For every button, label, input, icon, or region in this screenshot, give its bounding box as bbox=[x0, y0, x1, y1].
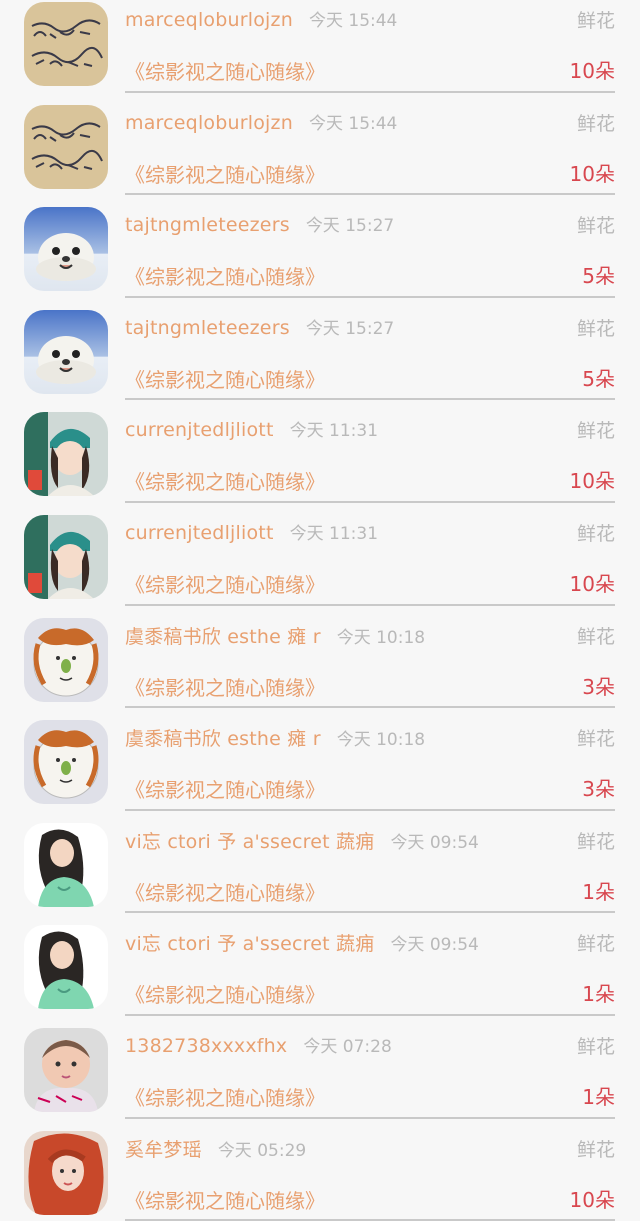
gift-type: 鲜花 bbox=[576, 728, 615, 751]
timestamp: 今天 11:31 bbox=[289, 523, 379, 544]
book-title[interactable]: 《综影视之随心随缘》 bbox=[125, 159, 325, 188]
username[interactable]: 1382738xxxxfhx 今天 07:28 bbox=[125, 1032, 392, 1057]
book-title[interactable]: 《综影视之随心随缘》 bbox=[125, 877, 325, 906]
username[interactable]: 虞黍稿书欣 esthe 瘫 r 今天 10:18 bbox=[125, 724, 425, 751]
list-item[interactable]: 虞黍稿书欣 esthe 瘫 r 今天 10:18 鲜花 《综影视之随心随缘》 3朵 bbox=[0, 606, 640, 709]
timestamp: 今天 10:18 bbox=[336, 730, 426, 751]
avatar[interactable] bbox=[24, 720, 108, 805]
timestamp: 今天 05:29 bbox=[217, 1140, 307, 1161]
gift-count: 5朵 bbox=[582, 366, 615, 391]
gift-type: 鲜花 bbox=[576, 112, 615, 135]
gift-count: 10朵 bbox=[569, 571, 615, 596]
list-item[interactable]: 虞黍稿书欣 esthe 瘫 r 今天 10:18 鲜花 《综影视之随心随缘》 3朵 bbox=[0, 708, 640, 811]
avatar[interactable] bbox=[24, 514, 108, 599]
username[interactable]: 虞黍稿书欣 esthe 瘫 r 今天 10:18 bbox=[125, 622, 425, 649]
avatar[interactable] bbox=[24, 207, 108, 292]
gift-type: 鲜花 bbox=[576, 1035, 615, 1058]
timestamp: 今天 09:54 bbox=[390, 935, 479, 956]
username-text: vi忘 ctori 予 a'ssecret 蔬痈 bbox=[125, 830, 375, 853]
timestamp: 今天 15:44 bbox=[308, 11, 398, 31]
username[interactable]: vi忘 ctori 予 a'ssecret 蔬痈 今天 09:54 bbox=[125, 929, 479, 956]
gift-record-list: marceqloburlojzn 今天 15:44 鲜花 《综影视之随心随缘》 1… bbox=[0, 0, 640, 1221]
timestamp: 今天 07:28 bbox=[303, 1036, 392, 1057]
username-text: 奚牟梦瑶 bbox=[125, 1138, 202, 1161]
username-text: vi忘 ctori 予 a'ssecret 蔬痈 bbox=[125, 933, 375, 956]
username[interactable]: marceqloburlojzn 今天 15:44 bbox=[125, 6, 397, 31]
timestamp: 今天 15:27 bbox=[305, 318, 395, 339]
list-item[interactable]: 1382738xxxxfhx 今天 07:28 鲜花 《综影视之随心随缘》 1朵 bbox=[0, 1016, 640, 1119]
username-text: tajtngmleteezers bbox=[125, 214, 290, 237]
avatar[interactable] bbox=[24, 822, 108, 907]
book-title[interactable]: 《综影视之随心随缘》 bbox=[125, 1082, 325, 1111]
gift-type: 鲜花 bbox=[576, 522, 615, 545]
gift-count: 1朵 bbox=[582, 982, 615, 1007]
gift-count: 3朵 bbox=[582, 674, 615, 699]
list-item[interactable]: marceqloburlojzn 今天 15:44 鲜花 《综影视之随心随缘》 1… bbox=[0, 0, 640, 93]
username-text: currenjtedljliott bbox=[125, 521, 274, 544]
username-text: marceqloburlojzn bbox=[125, 111, 293, 134]
gift-count: 10朵 bbox=[569, 1187, 615, 1212]
list-item[interactable]: currenjtedljliott 今天 11:31 鲜花 《综影视之随心随缘》 … bbox=[0, 503, 640, 606]
avatar[interactable] bbox=[24, 104, 108, 189]
timestamp: 今天 11:31 bbox=[289, 421, 379, 442]
timestamp: 今天 09:54 bbox=[390, 832, 479, 853]
avatar[interactable] bbox=[24, 309, 108, 394]
book-title[interactable]: 《综影视之随心随缘》 bbox=[125, 569, 325, 598]
gift-count: 5朵 bbox=[582, 264, 615, 289]
username-text: 虞黍稿书欣 esthe 瘫 r bbox=[125, 625, 321, 648]
list-item[interactable]: marceqloburlojzn 今天 15:44 鲜花 《综影视之随心随缘》 1… bbox=[0, 93, 640, 196]
gift-count: 10朵 bbox=[569, 59, 615, 83]
gift-type: 鲜花 bbox=[576, 215, 615, 238]
gift-count: 10朵 bbox=[569, 469, 615, 494]
username[interactable]: currenjtedljliott 今天 11:31 bbox=[125, 416, 378, 441]
book-title[interactable]: 《综影视之随心随缘》 bbox=[125, 364, 325, 393]
gift-type: 鲜花 bbox=[576, 625, 615, 648]
username-text: 虞黍稿书欣 esthe 瘫 r bbox=[125, 728, 321, 751]
book-title[interactable]: 《综影视之随心随缘》 bbox=[125, 261, 325, 290]
list-item[interactable]: 奚牟梦瑶 今天 05:29 鲜花 《综影视之随心随缘》 10朵 bbox=[0, 1119, 640, 1221]
avatar[interactable] bbox=[24, 617, 108, 702]
list-item[interactable]: tajtngmleteezers 今天 15:27 鲜花 《综影视之随心随缘》 5… bbox=[0, 195, 640, 298]
book-title[interactable]: 《综影视之随心随缘》 bbox=[125, 1185, 325, 1214]
avatar[interactable] bbox=[24, 1027, 108, 1112]
gift-count: 1朵 bbox=[582, 879, 615, 904]
gift-type: 鲜花 bbox=[576, 420, 615, 443]
gift-count: 1朵 bbox=[582, 1084, 615, 1109]
username[interactable]: tajtngmleteezers 今天 15:27 bbox=[125, 211, 394, 236]
avatar[interactable] bbox=[24, 925, 108, 1010]
username-text: tajtngmleteezers bbox=[125, 316, 290, 339]
gift-type: 鲜花 bbox=[576, 933, 615, 956]
timestamp: 今天 15:27 bbox=[305, 216, 395, 237]
username[interactable]: 奚牟梦瑶 今天 05:29 bbox=[125, 1135, 306, 1162]
list-item[interactable]: tajtngmleteezers 今天 15:27 鲜花 《综影视之随心随缘》 5… bbox=[0, 298, 640, 401]
timestamp: 今天 10:18 bbox=[336, 627, 426, 648]
book-title[interactable]: 《综影视之随心随缘》 bbox=[125, 672, 325, 701]
username[interactable]: tajtngmleteezers 今天 15:27 bbox=[125, 314, 394, 339]
book-title[interactable]: 《综影视之随心随缘》 bbox=[125, 774, 325, 803]
username[interactable]: currenjtedljliott 今天 11:31 bbox=[125, 519, 378, 544]
avatar[interactable] bbox=[24, 412, 108, 497]
avatar[interactable] bbox=[24, 1130, 108, 1215]
book-title[interactable]: 《综影视之随心随缘》 bbox=[125, 56, 325, 85]
username-text: 1382738xxxxfhx bbox=[125, 1034, 288, 1057]
gift-type: 鲜花 bbox=[576, 317, 615, 340]
gift-count: 3朵 bbox=[582, 777, 615, 802]
timestamp: 今天 15:44 bbox=[308, 113, 398, 134]
username-text: currenjtedljliott bbox=[125, 419, 274, 442]
username[interactable]: vi忘 ctori 予 a'ssecret 蔬痈 今天 09:54 bbox=[125, 827, 479, 854]
username-text: marceqloburlojzn bbox=[125, 9, 293, 31]
list-item[interactable]: vi忘 ctori 予 a'ssecret 蔬痈 今天 09:54 鲜花 《综影视… bbox=[0, 913, 640, 1016]
list-item[interactable]: currenjtedljliott 今天 11:31 鲜花 《综影视之随心随缘》 … bbox=[0, 400, 640, 503]
gift-type: 鲜花 bbox=[576, 830, 615, 853]
gift-count: 10朵 bbox=[569, 161, 615, 186]
book-title[interactable]: 《综影视之随心随缘》 bbox=[125, 466, 325, 495]
list-item[interactable]: vi忘 ctori 予 a'ssecret 蔬痈 今天 09:54 鲜花 《综影视… bbox=[0, 811, 640, 914]
gift-type: 鲜花 bbox=[576, 1138, 615, 1161]
username[interactable]: marceqloburlojzn 今天 15:44 bbox=[125, 109, 397, 134]
avatar[interactable] bbox=[24, 2, 108, 86]
gift-type: 鲜花 bbox=[576, 10, 615, 32]
book-title[interactable]: 《综影视之随心随缘》 bbox=[125, 979, 325, 1008]
